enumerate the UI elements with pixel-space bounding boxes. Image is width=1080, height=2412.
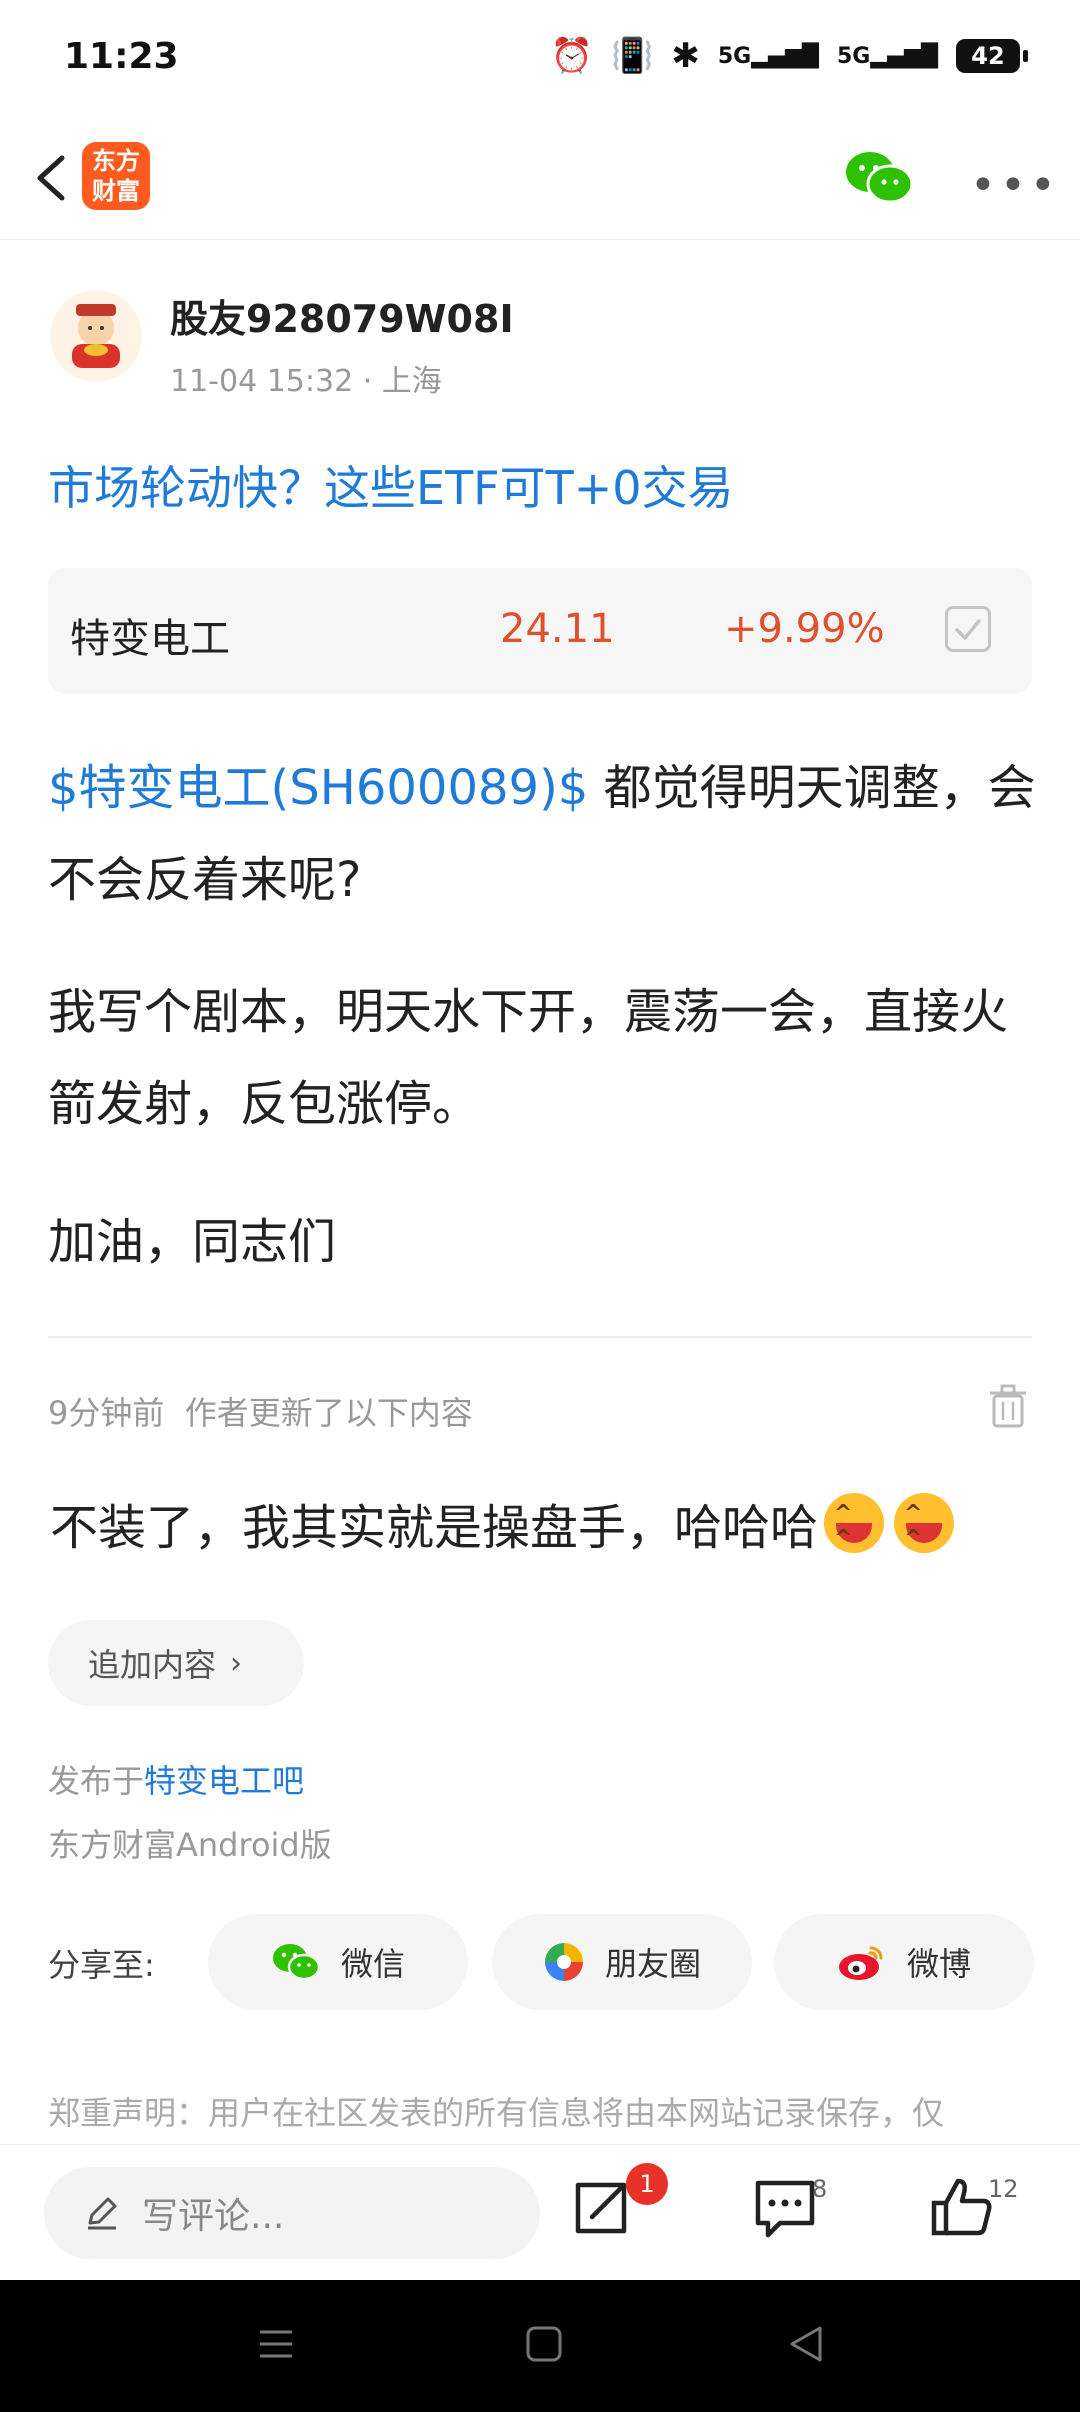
comment-input[interactable]: 写评论... <box>44 2167 540 2259</box>
bluetooth-icon: ✱ <box>671 36 700 76</box>
logo-text-2: 财富 <box>92 177 140 205</box>
bar-link[interactable]: 特变电工吧 <box>144 1762 304 1800</box>
update-label: 作者更新了以下内容 <box>184 1394 473 1432</box>
bottom-action-bar: 写评论... 1 8 12 <box>0 2144 1080 2280</box>
laughing-emoji-icon <box>824 1493 885 1553</box>
add-content-label: 追加内容 <box>88 1646 217 1684</box>
comment-placeholder: 写评论... <box>142 2196 285 2237</box>
comment-icon[interactable] <box>750 2173 820 2243</box>
update-text: 不装了，我其实就是操盘手，哈哈哈 <box>50 1500 819 1556</box>
check-icon <box>955 619 981 640</box>
wechat-icon <box>272 1944 321 1981</box>
stock-card[interactable]: 特变电工 24.11 +9.99% <box>48 568 1032 694</box>
signal-icon-2: 5G▂▄▆█ <box>836 43 938 69</box>
post-meta: 11-04 15:32 · 上海 <box>170 356 442 400</box>
share-moments-label: 朋友圈 <box>604 1945 701 1983</box>
update-meta: 9分钟前 作者更新了以下内容 <box>48 1388 473 1434</box>
vibrate-icon: 📳 <box>611 36 654 76</box>
update-time: 9分钟前 <box>48 1394 165 1432</box>
chevron-right-icon: › <box>230 1645 243 1681</box>
update-content: 不装了，我其实就是操盘手，哈哈哈 <box>50 1488 955 1558</box>
share-moments-button[interactable]: 朋友圈 <box>492 1914 752 2010</box>
stock-price: 24.11 <box>500 606 615 652</box>
post-time: 11-04 15:32 <box>170 364 354 399</box>
back-nav-icon[interactable] <box>786 2324 826 2364</box>
status-bar: 11:23 ⏰ 📳 ✱ 5G▂▄▆█ 5G▂▄▆█ 42 <box>0 0 1080 120</box>
top-navbar: 东方 财富 ••• <box>0 120 1080 240</box>
more-options-icon[interactable]: ••• <box>970 160 1060 211</box>
share-label: 分享至: <box>48 1946 155 1984</box>
laughing-emoji-icon <box>894 1493 955 1553</box>
status-time: 11:23 <box>64 36 179 77</box>
battery-icon: 42 <box>956 39 1028 73</box>
system-nav-bar <box>0 2280 1080 2412</box>
signal-label: 5G <box>717 43 752 69</box>
post-paragraph-2: 我写个剧本，明天水下开，震荡一会，直接火箭发射，反包涨停。 <box>48 984 1009 1132</box>
disclaimer-text: 郑重声明：用户在社区发表的所有信息将由本网站记录保存，仅 <box>48 2094 945 2132</box>
published-in: 发布于特变电工吧 <box>48 1756 304 1802</box>
home-icon[interactable] <box>524 2324 564 2364</box>
weibo-icon <box>838 1946 883 1980</box>
post-paragraph-3: 加油，同志们 <box>48 1214 337 1270</box>
client-info: 东方财富Android版 <box>48 1826 332 1864</box>
share-weibo-button[interactable]: 微博 <box>774 1914 1034 2010</box>
moments-icon <box>544 1943 583 1981</box>
avatar[interactable] <box>50 290 142 382</box>
wechat-share-icon[interactable] <box>844 148 914 208</box>
menu-icon[interactable] <box>256 2324 296 2364</box>
logo-text-1: 东方 <box>92 147 140 175</box>
stock-tag-link[interactable]: $特变电工(SH600089)$ <box>48 760 588 816</box>
share-badge: 1 <box>626 2163 668 2205</box>
add-content-button[interactable]: 追加内容 › <box>48 1620 304 1706</box>
author-name[interactable]: 股友928079W08I <box>170 288 514 343</box>
share-weibo-label: 微博 <box>906 1945 971 1983</box>
watchlist-checkbox[interactable] <box>945 606 991 652</box>
pencil-icon <box>88 2197 117 2230</box>
trash-icon[interactable] <box>988 1384 1028 1428</box>
signal-icon: 5G▂▄▆█ <box>717 43 819 69</box>
published-prefix: 发布于 <box>48 1762 145 1800</box>
like-count: 12 <box>988 2175 1019 2203</box>
battery-level: 42 <box>971 42 1005 70</box>
post-location: · 上海 <box>362 364 442 399</box>
stock-name: 特变电工 <box>70 616 230 662</box>
share-wechat-label: 微信 <box>340 1945 405 1983</box>
alarm-icon: ⏰ <box>550 36 594 76</box>
stock-change: +9.99% <box>724 606 885 652</box>
share-wechat-button[interactable]: 微信 <box>208 1914 468 2010</box>
post-paragraph-1: $特变电工(SH600089)$ 都觉得明天调整，会不会反着来呢? <box>48 742 1038 926</box>
comment-count: 8 <box>812 2175 828 2203</box>
avatar-image <box>72 304 120 368</box>
signal-label-2: 5G <box>836 43 871 69</box>
divider <box>48 1336 1032 1338</box>
back-icon[interactable] <box>24 148 84 208</box>
status-icons: ⏰ 📳 ✱ 5G▂▄▆█ 5G▂▄▆█ 42 <box>550 36 1028 76</box>
app-logo[interactable]: 东方 财富 <box>82 142 150 210</box>
post-title-link[interactable]: 市场轮动快？这些ETF可T+0交易 <box>48 452 734 518</box>
